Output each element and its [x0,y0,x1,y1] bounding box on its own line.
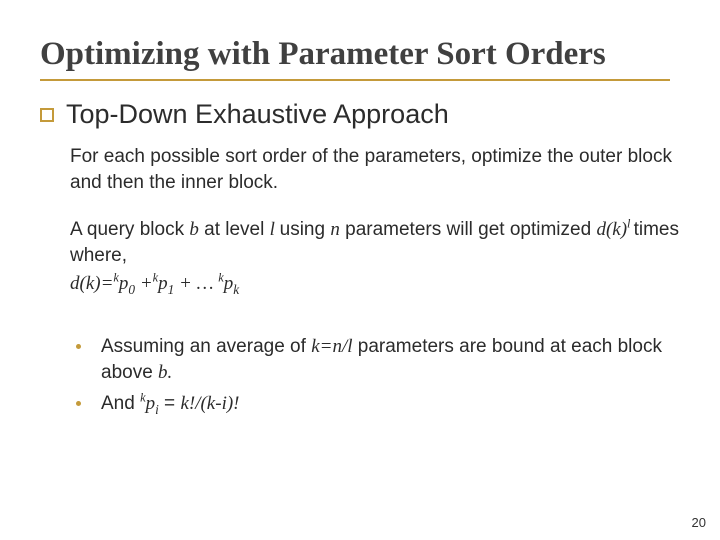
equation: d(k)=kp0 +kp1 + … kpk [70,271,680,297]
b2-eq: = [159,393,181,414]
bullet-1-text: Assuming an average of k=n/l parameters … [101,334,680,385]
dot-bullet-icon [76,344,81,349]
b2-rhs: k!/(k-i)! [180,393,239,414]
p2-seg2: at level [199,219,270,240]
eq-plus1: + [135,273,153,294]
bullet-row-2: And kpi = k!/(k-i)! [76,391,680,417]
bullet-2-text: And kpi = k!/(k-i)! [101,391,680,417]
paragraph-2: A query block b at level l using n param… [70,217,680,296]
var-n: n [330,219,340,240]
sub-bullet-list: Assuming an average of k=n/l parameters … [76,334,680,417]
p2-seg1: A query block [70,219,189,240]
main-bullet-row: Top-Down Exhaustive Approach [40,99,680,130]
page-number: 20 [692,515,706,530]
var-l: l [270,219,280,240]
eq-subk: k [233,281,239,296]
slide-title: Optimizing with Parameter Sort Orders [40,36,670,81]
paragraph-1: For each possible sort order of the para… [70,144,680,195]
square-bullet-icon [40,108,54,122]
bullet-row-1: Assuming an average of k=n/l parameters … [76,334,680,385]
main-heading: Top-Down Exhaustive Approach [66,99,449,130]
dot-bullet-icon [76,401,81,406]
b1-seg1: Assuming an average of [101,336,311,357]
eq-p0: p [119,273,129,294]
b1-knl: k=n/l [311,336,352,357]
b2-p: p [146,393,156,414]
p2-seg3: using [280,219,331,240]
var-b: b [189,219,199,240]
eq-pk: p [224,273,234,294]
eq-lhs: d(k)= [70,273,113,294]
b1-bvar: b. [158,362,172,383]
body-content: For each possible sort order of the para… [70,144,680,417]
var-dk: d(k) [596,219,627,240]
eq-p1: p [158,273,168,294]
eq-plus2: + … [174,273,218,294]
p2-seg4: parameters will get optimized [340,219,597,240]
slide: Optimizing with Parameter Sort Orders To… [0,0,720,540]
b2-seg1: And [101,393,140,414]
